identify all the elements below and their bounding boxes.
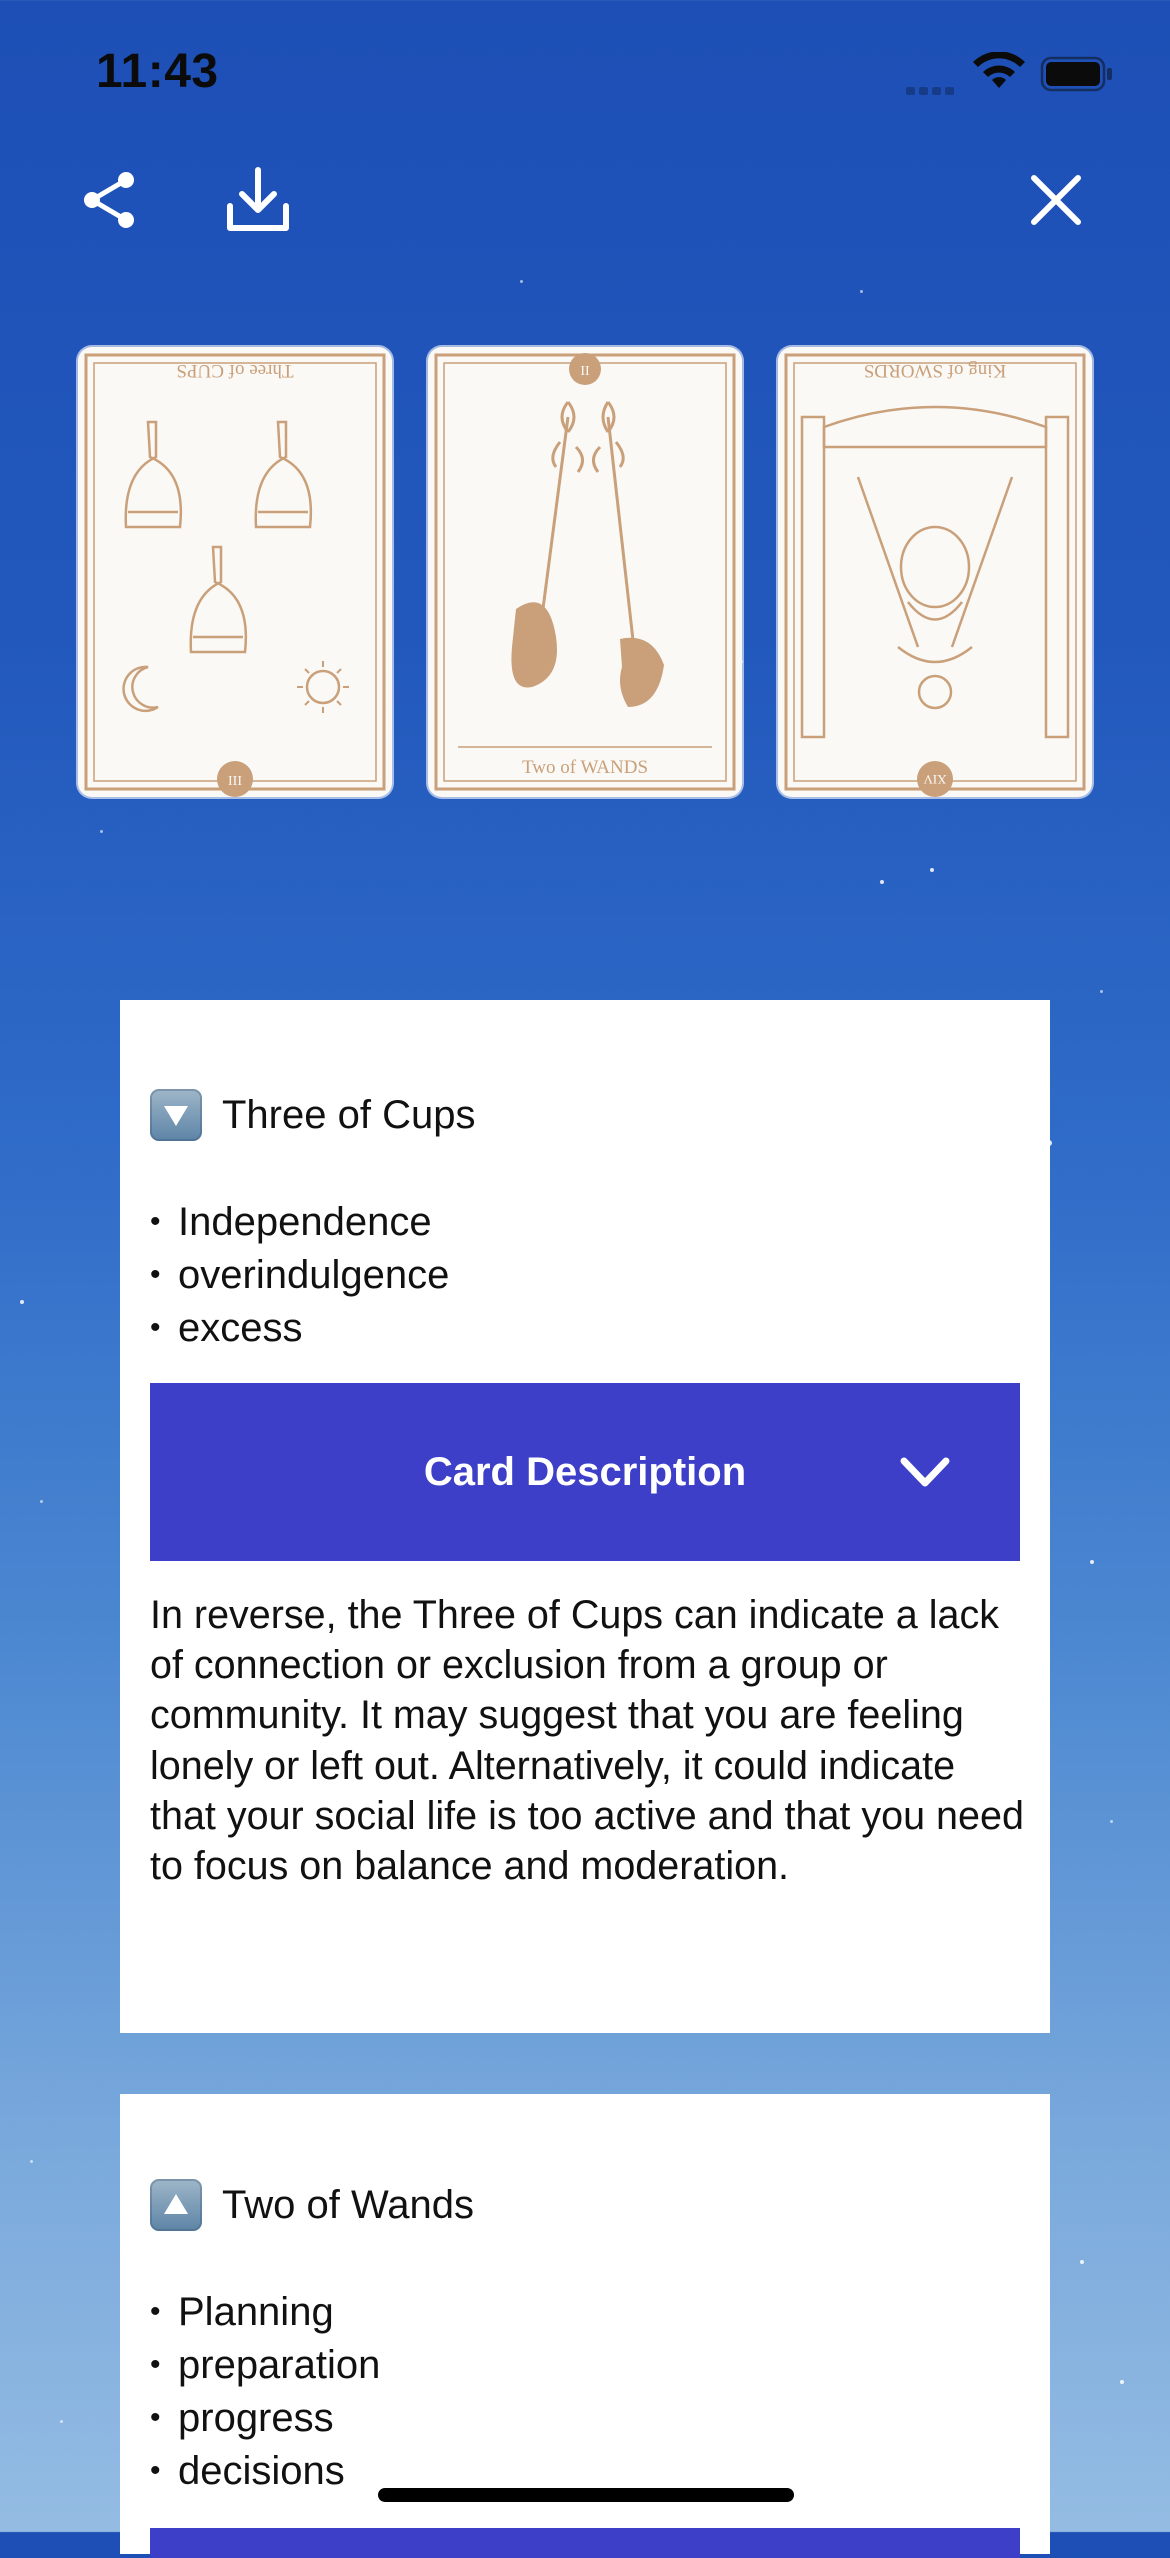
reading-title: Two of Wands	[222, 2182, 474, 2227]
card-label: King of SWORDS	[864, 360, 1007, 381]
wifi-icon	[973, 52, 1025, 88]
reading-panel-two-of-wands: Two of Wands Planning preparation progre…	[120, 2094, 1050, 2558]
card-description-toggle[interactable]	[150, 2528, 1020, 2558]
share-icon	[84, 172, 134, 228]
chevron-down-icon	[900, 1457, 950, 1487]
two-of-wands-illustration: II Two of WANDS	[434, 353, 736, 791]
keyword-list: Planning preparation progress decisions	[150, 2287, 380, 2499]
download-icon	[227, 167, 289, 231]
card-label: Three of CUPS	[176, 360, 293, 381]
keyword-item: overindulgence	[150, 1250, 449, 1303]
keyword-item: progress	[150, 2393, 380, 2446]
card-description-text: In reverse, the Three of Cups can indica…	[150, 1593, 1024, 1889]
keyword-item: Planning	[150, 2287, 380, 2340]
home-indicator[interactable]	[378, 2488, 794, 2502]
reading-title-row: Three of Cups	[150, 1089, 475, 1141]
king-of-swords-illustration: King of SWORDS XIV	[784, 353, 1086, 797]
reading-title: Three of Cups	[222, 1092, 476, 1137]
share-button[interactable]	[70, 160, 150, 240]
battery-icon	[1040, 56, 1112, 92]
status-bar: 11:43	[0, 0, 1170, 140]
card-numeral: III	[228, 774, 242, 789]
cellular-signal-icon	[906, 82, 958, 95]
keyword-item: Independence	[150, 1197, 449, 1250]
arrow-down-icon	[150, 1089, 202, 1141]
three-of-cups-illustration: Three of CUPS III	[84, 353, 386, 797]
download-button[interactable]	[218, 160, 298, 240]
close-button[interactable]	[1016, 160, 1096, 240]
keyword-item: excess	[150, 1303, 449, 1356]
keyword-item: decisions	[150, 2446, 380, 2499]
card-numeral: II	[580, 364, 590, 379]
tarot-card-three-of-cups[interactable]: Three of CUPS III	[78, 347, 392, 797]
card-label: Two of WANDS	[522, 757, 648, 778]
keyword-list: Independence overindulgence excess	[150, 1197, 449, 1356]
tarot-card-two-of-wands[interactable]: II Two of WANDS	[428, 347, 742, 797]
reading-panel-three-of-cups: Three of Cups Independence overindulgenc…	[120, 1000, 1050, 2033]
tarot-card-king-of-swords[interactable]: King of SWORDS XIV	[778, 347, 1092, 797]
reading-title-row: Two of Wands	[150, 2179, 474, 2231]
status-time: 11:43	[96, 45, 219, 98]
card-description-toggle[interactable]: Card Description	[150, 1383, 1020, 1561]
arrow-up-icon	[150, 2179, 202, 2231]
card-description-label: Card Description	[423, 1449, 747, 1494]
drawn-cards-row: Three of CUPS III II Two of WANDS King o…	[78, 347, 1092, 799]
close-icon	[1031, 175, 1081, 225]
card-numeral: XIV	[923, 772, 947, 787]
keyword-item: preparation	[150, 2340, 380, 2393]
